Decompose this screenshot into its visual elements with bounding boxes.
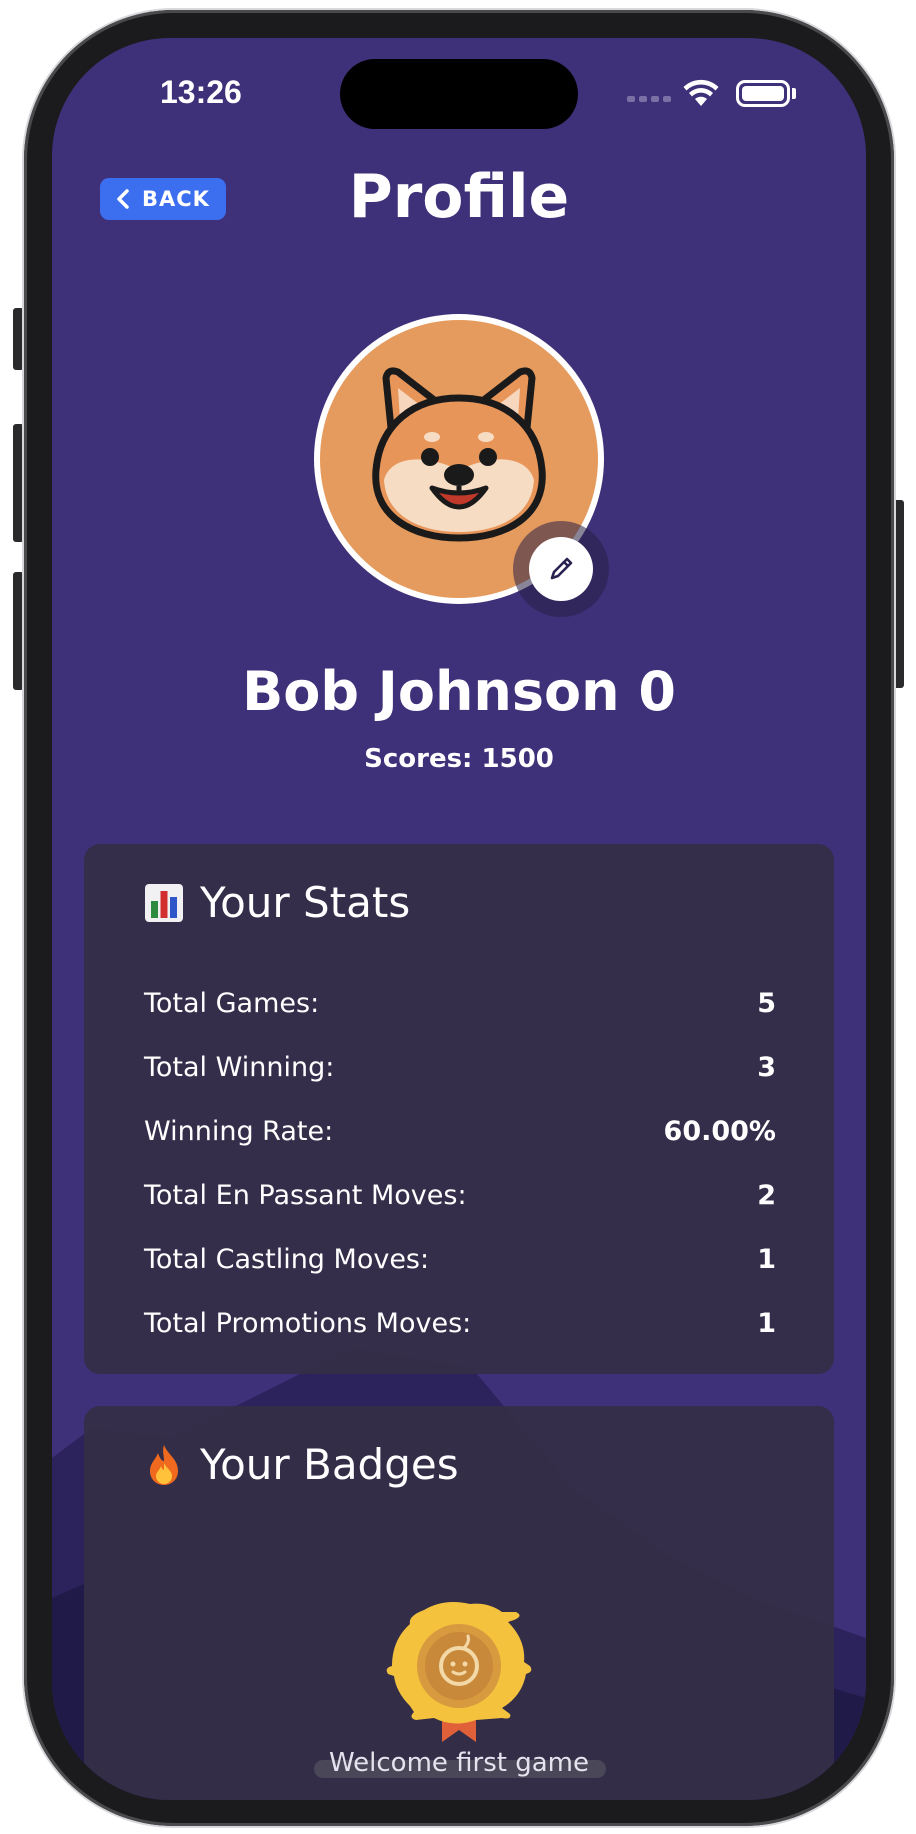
stat-row-en-passant: Total En Passant Moves: 2	[144, 1180, 776, 1211]
stat-row-total-games: Total Games: 5	[144, 988, 776, 1019]
stat-label: Total En Passant Moves:	[144, 1180, 467, 1211]
stat-row-promotions: Total Promotions Moves: 1	[144, 1308, 776, 1339]
stat-value: 1	[757, 1308, 776, 1339]
user-score: Scores: 1500	[364, 744, 554, 774]
screen: 13:26 BACK Profile Bob Johnson 0 Scores:…	[52, 38, 866, 1800]
action-button	[13, 308, 24, 370]
stat-row-castling: Total Castling Moves: 1	[144, 1244, 776, 1275]
stat-row-winning-rate: Winning Rate: 60.00%	[144, 1116, 776, 1147]
badges-title: Your Badges	[144, 1440, 459, 1489]
page-title: Profile	[348, 162, 570, 232]
bar-chart-icon	[145, 883, 183, 922]
battery-icon	[736, 80, 790, 107]
badges-title-text: Your Badges	[200, 1440, 459, 1489]
status-time: 13:26	[160, 74, 242, 110]
stat-label: Total Winning:	[144, 1052, 335, 1083]
stats-title-text: Your Stats	[200, 878, 411, 927]
stat-label: Winning Rate:	[144, 1116, 334, 1147]
cellular-signal-icon	[627, 96, 671, 102]
user-name: Bob Johnson 0	[242, 660, 676, 723]
stats-card: Your Stats Total Games: 5 Total Winning:…	[84, 844, 834, 1374]
stat-value: 5	[757, 988, 776, 1019]
stat-label: Total Promotions Moves:	[144, 1308, 472, 1339]
wifi-icon	[683, 79, 719, 106]
stat-value: 1	[757, 1244, 776, 1275]
stat-label: Total Games:	[144, 988, 320, 1019]
stat-label: Total Castling Moves:	[144, 1244, 430, 1275]
welcome-badge-medal-icon[interactable]	[384, 1596, 534, 1746]
badge-caption: Welcome first game	[328, 1748, 590, 1778]
stat-value: 3	[757, 1052, 776, 1083]
stat-value: 2	[757, 1180, 776, 1211]
stat-row-total-winning: Total Winning: 3	[144, 1052, 776, 1083]
badges-card: Your Badges Welcome first game	[84, 1406, 834, 1800]
battery-cap	[792, 88, 796, 99]
stat-value: 60.00%	[663, 1116, 776, 1147]
dynamic-island	[340, 59, 578, 129]
pencil-icon	[550, 557, 573, 580]
fire-icon	[150, 1444, 178, 1485]
volume-down-button	[13, 572, 24, 690]
edit-avatar-button[interactable]	[529, 537, 593, 601]
power-button	[893, 500, 904, 688]
stats-title: Your Stats	[144, 878, 410, 927]
volume-up-button	[13, 424, 24, 542]
